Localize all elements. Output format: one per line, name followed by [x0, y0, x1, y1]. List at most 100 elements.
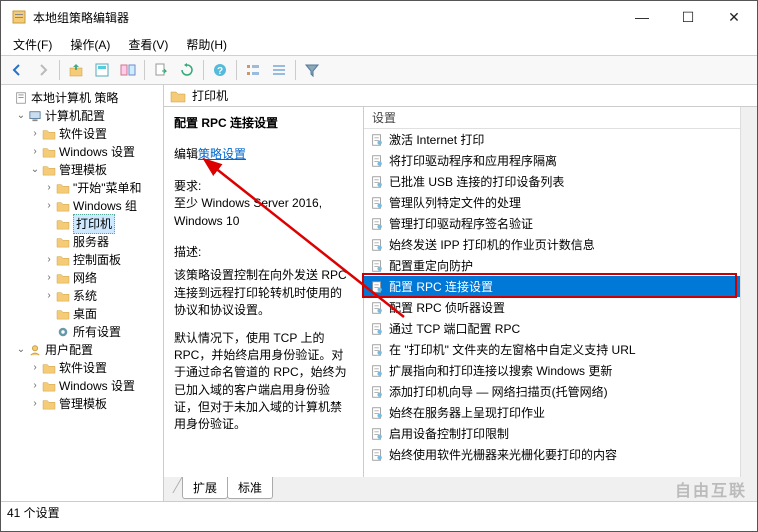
expand-icon[interactable]: ›	[29, 143, 41, 161]
minimize-button[interactable]: —	[619, 1, 665, 33]
menu-bar: 文件(F) 操作(A) 查看(V) 帮助(H)	[1, 33, 757, 55]
vertical-scrollbar[interactable]	[740, 107, 757, 477]
requirements-text: 至少 Windows Server 2016, Windows 10	[174, 195, 353, 230]
setting-item[interactable]: 始终使用软件光栅器来光栅化要打印的内容	[364, 444, 740, 465]
tree-admin-templates[interactable]: 管理模板	[59, 161, 107, 179]
policy-item-icon	[370, 322, 384, 336]
folder-icon	[42, 362, 56, 374]
setting-item[interactable]: 管理打印驱动程序签名验证	[364, 213, 740, 234]
tree-start-menu[interactable]: "开始"菜单和	[73, 179, 142, 197]
setting-item[interactable]: 管理队列特定文件的处理	[364, 192, 740, 213]
status-text: 41 个设置	[7, 504, 60, 521]
close-button[interactable]: ✕	[711, 1, 757, 33]
show-hide-button[interactable]	[116, 58, 140, 82]
setting-item[interactable]: 通过 TCP 端口配置 RPC	[364, 318, 740, 339]
description-text-2: 默认情况下，使用 TCP 上的 RPC，并始终启用身份验证。对于通过命名管道的 …	[174, 330, 353, 434]
setting-item[interactable]: 配置重定向防护	[364, 255, 740, 276]
expand-icon[interactable]: ›	[43, 251, 55, 269]
expand-icon[interactable]: ›	[29, 359, 41, 377]
forward-button[interactable]	[31, 58, 55, 82]
policy-item-icon	[370, 364, 384, 378]
edit-policy-link[interactable]: 策略设置	[198, 147, 246, 161]
setting-item[interactable]: 配置 RPC 连接设置	[364, 276, 740, 297]
tab-standard[interactable]: 标准	[227, 477, 273, 499]
list-header[interactable]: 设置	[364, 107, 740, 129]
collapse-icon[interactable]: ⌄	[15, 341, 27, 359]
collapse-icon[interactable]: ⌄	[29, 161, 41, 179]
help-button[interactable]: ?	[208, 58, 232, 82]
refresh-button[interactable]	[175, 58, 199, 82]
up-button[interactable]	[64, 58, 88, 82]
tree-windows-comp[interactable]: Windows 组	[73, 197, 137, 215]
policy-item-icon	[370, 448, 384, 462]
setting-item[interactable]: 在 "打印机" 文件夹的左窗格中自定义支持 URL	[364, 339, 740, 360]
folder-icon	[56, 200, 70, 212]
setting-item[interactable]: 激活 Internet 打印	[364, 129, 740, 150]
setting-item[interactable]: 配置 RPC 侦听器设置	[364, 297, 740, 318]
right-pane: 打印机 配置 RPC 连接设置 编辑策略设置 要求: 至少 Windows Se…	[164, 85, 757, 501]
setting-item[interactable]: 添加打印机向导 — 网络扫描页(托管网络)	[364, 381, 740, 402]
requirements-label: 要求:	[174, 178, 353, 195]
policy-item-icon	[370, 301, 384, 315]
description-text-1: 该策略设置控制在向外发送 RPC 连接到远程打印轮转机时使用的协议和协议设置。	[174, 267, 353, 319]
expand-icon[interactable]: ›	[29, 395, 41, 413]
tree-printers[interactable]: 打印机	[73, 214, 115, 234]
tree-control-panel[interactable]: 控制面板	[73, 251, 121, 269]
tree-view[interactable]: 本地计算机 策略 ⌄计算机配置 ›软件设置 ›Windows 设置 ⌄管理模板 …	[1, 85, 164, 501]
toolbar-separator	[59, 60, 60, 80]
policy-item-icon	[370, 175, 384, 189]
tree-all-settings[interactable]: 所有设置	[73, 323, 121, 341]
tree-user-windows[interactable]: Windows 设置	[59, 377, 135, 395]
window-title: 本地组策略编辑器	[33, 9, 619, 26]
expand-icon[interactable]: ›	[29, 377, 41, 395]
tree-user-config[interactable]: 用户配置	[45, 341, 93, 359]
toolbar-separator	[295, 60, 296, 80]
folder-icon	[56, 218, 70, 230]
filter-button[interactable]	[300, 58, 324, 82]
tree-software[interactable]: 软件设置	[59, 125, 107, 143]
tree-user-templates[interactable]: 管理模板	[59, 395, 107, 413]
tree-desktop[interactable]: 桌面	[73, 305, 97, 323]
tree-system[interactable]: 系统	[73, 287, 97, 305]
view-list-button[interactable]	[241, 58, 265, 82]
tree-windows-settings[interactable]: Windows 设置	[59, 143, 135, 161]
tab-extended[interactable]: 扩展	[182, 477, 228, 499]
app-icon	[11, 9, 27, 25]
setting-item[interactable]: 始终发送 IPP 打印机的作业页计数信息	[364, 234, 740, 255]
menu-action[interactable]: 操作(A)	[66, 34, 114, 55]
setting-item[interactable]: 将打印驱动程序和应用程序隔离	[364, 150, 740, 171]
settings-list[interactable]: 激活 Internet 打印将打印驱动程序和应用程序隔离已批准 USB 连接的打…	[364, 129, 740, 477]
maximize-button[interactable]: ☐	[665, 1, 711, 33]
setting-item[interactable]: 始终在服务器上呈现打印作业	[364, 402, 740, 423]
tree-root[interactable]: 本地计算机 策略	[31, 89, 118, 107]
back-button[interactable]	[5, 58, 29, 82]
expand-icon[interactable]: ›	[29, 125, 41, 143]
expand-icon[interactable]: ›	[43, 179, 55, 197]
title-bar: 本地组策略编辑器 — ☐ ✕	[1, 1, 757, 33]
description-label: 描述:	[174, 244, 353, 261]
expand-icon[interactable]: ›	[43, 197, 55, 215]
tree-computer-config[interactable]: 计算机配置	[45, 107, 105, 125]
expand-icon[interactable]: ›	[43, 269, 55, 287]
path-bar: 打印机	[164, 85, 757, 107]
menu-view[interactable]: 查看(V)	[124, 34, 172, 55]
setting-item[interactable]: 启用设备控制打印限制	[364, 423, 740, 444]
properties-button[interactable]	[90, 58, 114, 82]
path-label: 打印机	[192, 87, 228, 104]
setting-item[interactable]: 扩展指向和打印连接以搜索 Windows 更新	[364, 360, 740, 381]
expand-icon[interactable]: ›	[43, 287, 55, 305]
policy-item-icon	[370, 196, 384, 210]
tree-network[interactable]: 网络	[73, 269, 97, 287]
toolbar-separator	[144, 60, 145, 80]
tree-servers[interactable]: 服务器	[73, 233, 109, 251]
collapse-icon[interactable]: ⌄	[15, 107, 27, 125]
menu-help[interactable]: 帮助(H)	[182, 34, 231, 55]
export-button[interactable]	[149, 58, 173, 82]
folder-icon	[42, 398, 56, 410]
menu-file[interactable]: 文件(F)	[9, 34, 56, 55]
setting-item[interactable]: 已批准 USB 连接的打印设备列表	[364, 171, 740, 192]
tree-user-software[interactable]: 软件设置	[59, 359, 107, 377]
policy-item-icon	[370, 238, 384, 252]
view-detail-button[interactable]	[267, 58, 291, 82]
view-tabs: 扩展 标准	[164, 477, 757, 501]
